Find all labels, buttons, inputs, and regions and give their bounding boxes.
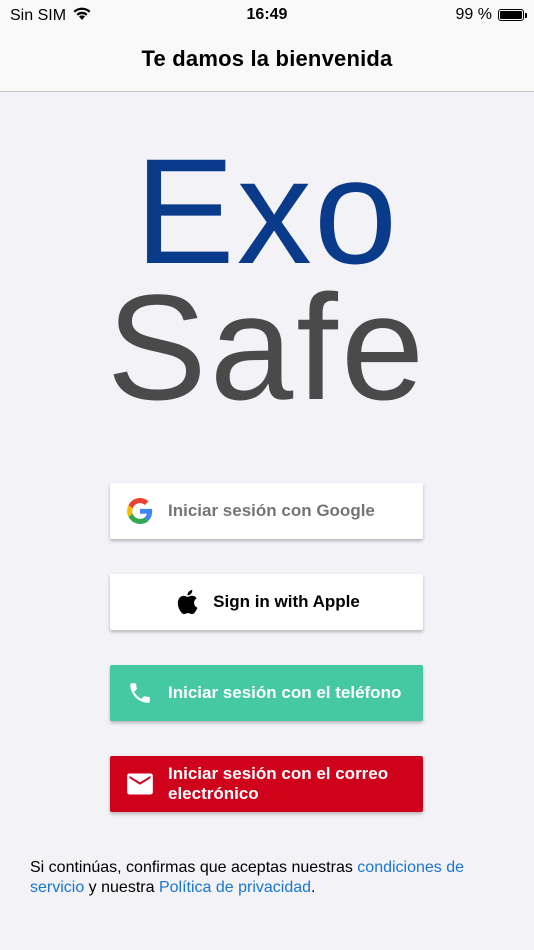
google-signin-label: Iniciar sesión con Google	[168, 501, 375, 520]
email-signin-button[interactable]: Iniciar sesión con el correo electrónico	[110, 756, 423, 812]
logo-safe: Safe	[106, 263, 428, 431]
battery-cap	[525, 13, 527, 18]
legal-text-before: Si continúas, confirmas que aceptas nues…	[30, 859, 358, 876]
phone-icon	[126, 679, 154, 707]
legal-text-middle: y nuestra	[84, 879, 159, 896]
legal-notice: Si continúas, confirmas que aceptas nues…	[30, 858, 510, 898]
top-bar: Sin SIM 16:49 99 % Te damos la bienvenid…	[0, 0, 534, 92]
clock: 16:49	[246, 6, 288, 23]
google-icon	[126, 497, 154, 525]
battery-group: 99 %	[455, 6, 527, 24]
mail-icon	[126, 770, 154, 798]
phone-signin-button[interactable]: Iniciar sesión con el teléfono	[110, 665, 423, 721]
battery-icon	[498, 9, 527, 21]
privacy-link[interactable]: Política de privacidad	[159, 879, 311, 896]
google-signin-button[interactable]: Iniciar sesión con Google	[110, 483, 423, 539]
battery-percent: 99 %	[455, 6, 492, 23]
apple-signin-label: Sign in with Apple	[213, 592, 360, 611]
legal-text-after: .	[311, 879, 316, 896]
apple-icon	[173, 588, 201, 616]
page-title: Te damos la bienvenida	[141, 46, 393, 71]
apple-signin-button[interactable]: Sign in with Apple	[110, 574, 423, 630]
battery-fill	[500, 11, 522, 19]
status-bar: Sin SIM 16:49 99 %	[0, 0, 534, 30]
phone-signin-label: Iniciar sesión con el teléfono	[168, 683, 402, 702]
email-signin-label: Iniciar sesión con el correo electrónico	[168, 764, 389, 803]
